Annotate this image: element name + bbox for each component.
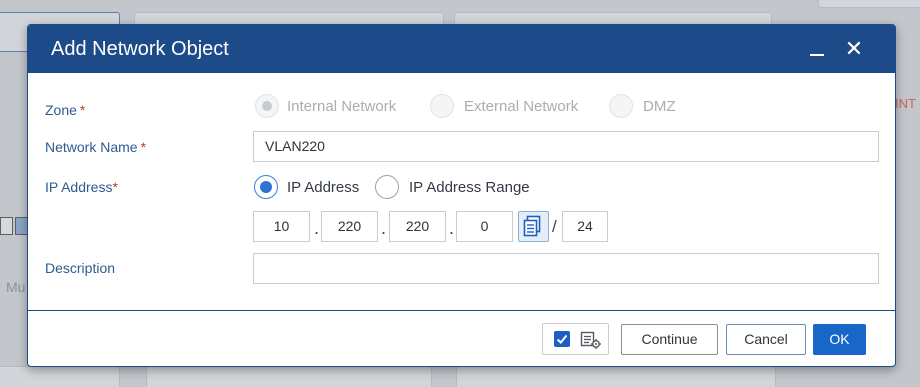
ip-type-range-label: IP Address Range [409, 179, 530, 196]
bg-partial-text: Mu [6, 279, 26, 295]
network-name-label: Network Name * [45, 139, 147, 155]
prefix-length-input[interactable]: 24 [562, 211, 608, 242]
ip-type-radio-range[interactable] [375, 175, 399, 199]
copy-icon [523, 215, 541, 237]
cancel-button[interactable]: Cancel [726, 324, 806, 355]
ip-octet-3-input[interactable]: 220 [389, 211, 446, 242]
zone-radio-internal[interactable] [255, 94, 279, 118]
copy-ip-button[interactable] [518, 211, 549, 242]
description-label: Description [45, 260, 116, 276]
zone-radio-dmz[interactable] [609, 94, 633, 118]
bg-panel [146, 366, 432, 387]
bg-panel [0, 366, 120, 387]
zone-option-internal-label: Internal Network [287, 98, 397, 115]
add-another-checkbox[interactable] [554, 331, 570, 347]
footer-divider [28, 310, 895, 311]
bg-partial-text: INT [895, 96, 916, 111]
minimize-icon[interactable] [805, 37, 829, 61]
ip-octet-1-input[interactable]: 10 [253, 211, 310, 242]
bg-panel [818, 0, 920, 8]
checkmark-icon [556, 334, 568, 344]
bg-checkbox [0, 217, 13, 235]
bg-panel [456, 366, 776, 387]
network-name-input[interactable]: VLAN220 [253, 131, 879, 162]
options-button-group [542, 323, 609, 355]
required-marker: * [79, 102, 86, 118]
dialog-titlebar: Add Network Object ✕ [28, 25, 895, 73]
continue-button[interactable]: Continue [621, 324, 718, 355]
octet-separator: . [314, 218, 320, 238]
required-marker: * [140, 139, 147, 155]
ip-type-single-label: IP Address [287, 179, 360, 196]
zone-radio-external[interactable] [430, 94, 454, 118]
ip-octet-4-input[interactable]: 0 [456, 211, 513, 242]
add-network-object-dialog: Add Network Object ✕ Zone * Internal Netw… [27, 24, 896, 367]
required-marker: * [112, 179, 118, 195]
dialog-title: Add Network Object [51, 38, 229, 60]
ip-octet-2-input[interactable]: 220 [321, 211, 378, 242]
description-input[interactable] [253, 253, 879, 284]
close-icon[interactable]: ✕ [842, 37, 866, 61]
list-settings-icon[interactable] [580, 330, 602, 350]
ip-type-radio-single[interactable] [254, 175, 278, 199]
prefix-separator: / [552, 217, 557, 236]
octet-separator: . [381, 218, 387, 238]
octet-separator: . [449, 218, 455, 238]
ip-address-label: IP Address* [45, 179, 118, 195]
zone-option-external-label: External Network [464, 98, 579, 115]
zone-label: Zone * [45, 102, 86, 118]
zone-option-dmz-label: DMZ [643, 98, 676, 115]
ok-button[interactable]: OK [813, 324, 866, 355]
